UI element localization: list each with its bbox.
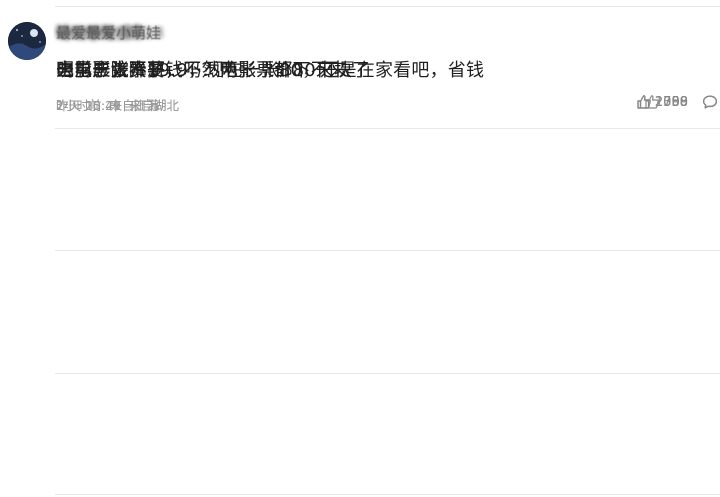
thumbs-up-icon xyxy=(645,95,659,109)
comment-text: 电影票太贵了 xyxy=(56,60,166,81)
dark-scenery-avatar-icon xyxy=(8,22,46,60)
divider xyxy=(55,373,720,374)
divider xyxy=(55,128,720,129)
comment-time: 昨天 15:41 xyxy=(56,98,121,113)
divider xyxy=(55,494,720,495)
comment-bubble-icon xyxy=(703,95,717,109)
avatar[interactable] xyxy=(8,22,46,60)
divider xyxy=(55,250,720,251)
comment-location: 来自湖北 xyxy=(128,98,179,113)
username[interactable]: 悟云想月02228 xyxy=(56,22,164,43)
like-count: 799 xyxy=(663,94,688,110)
comment-actions: 799 xyxy=(644,93,718,111)
comment-item: 悟云想月02228 电影票太贵了 昨天 15:41 来自湖北 799 xyxy=(0,0,720,122)
comment-list: Linmuly_93 去电影院不要钱吗？两张票都80来块了 昨天 20:29 来… xyxy=(0,0,720,497)
comment-meta: 昨天 15:41 来自湖北 xyxy=(56,95,179,114)
reply-button[interactable] xyxy=(702,94,718,110)
like-button[interactable]: 799 xyxy=(644,94,688,110)
